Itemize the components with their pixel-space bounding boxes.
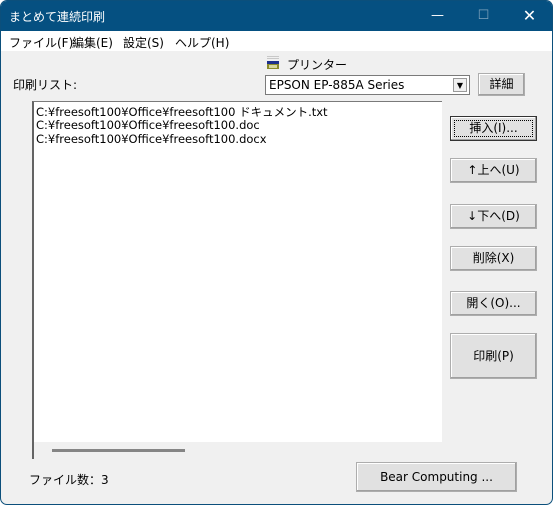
insert-button[interactable]: 挿入(I)... xyxy=(450,116,537,141)
close-button[interactable]: ✕ xyxy=(507,1,552,31)
focus-rectangle xyxy=(454,120,533,137)
menu-file[interactable]: ファイル(F) xyxy=(9,34,73,51)
list-item[interactable]: C:¥freesoft100¥Office¥freesoft100.docx xyxy=(36,132,267,146)
window-title: まとめて連続印刷 xyxy=(9,10,106,24)
printer-icon xyxy=(267,56,279,69)
print-list-label: 印刷リスト: xyxy=(13,78,78,92)
delete-button[interactable]: 削除(X) xyxy=(450,246,537,271)
title-bar[interactable]: まとめて連続印刷 — ☐ ✕ xyxy=(1,1,552,31)
menu-settings[interactable]: 設定(S) xyxy=(123,34,164,51)
scrollbar-thumb[interactable] xyxy=(52,449,185,452)
minimize-button[interactable]: — xyxy=(415,1,460,31)
about-button[interactable]: Bear Computing ... xyxy=(356,462,517,492)
menu-edit[interactable]: 編集(E) xyxy=(72,34,113,51)
move-up-button[interactable]: ↑上へ(U) xyxy=(450,158,537,183)
printer-select-value: EPSON EP-885A Series xyxy=(269,78,405,92)
menu-bar: ファイル(F) 編集(E) 設定(S) ヘルプ(H) xyxy=(1,31,552,51)
open-button[interactable]: 開く(O)... xyxy=(450,291,537,316)
print-list[interactable]: C:¥freesoft100¥Office¥freesoft100 ドキュメント… xyxy=(32,101,442,459)
horizontal-scrollbar[interactable] xyxy=(34,442,442,459)
main-window: まとめて連続印刷 — ☐ ✕ ファイル(F) 編集(E) 設定(S) ヘルプ(H… xyxy=(0,0,553,505)
file-count-status: ファイル数：3 xyxy=(29,473,109,487)
list-item[interactable]: C:¥freesoft100¥Office¥freesoft100.doc xyxy=(36,118,260,132)
move-down-button[interactable]: ↓下へ(D) xyxy=(450,204,537,229)
print-button[interactable]: 印刷(P) xyxy=(450,333,537,379)
printer-details-button[interactable]: 詳細 xyxy=(478,73,525,96)
maximize-button[interactable]: ☐ xyxy=(461,1,506,31)
chevron-down-icon[interactable]: ▼ xyxy=(453,78,467,92)
printer-label: プリンター xyxy=(287,58,348,72)
menu-help[interactable]: ヘルプ(H) xyxy=(175,34,229,51)
printer-select[interactable]: EPSON EP-885A Series ▼ xyxy=(265,75,470,95)
